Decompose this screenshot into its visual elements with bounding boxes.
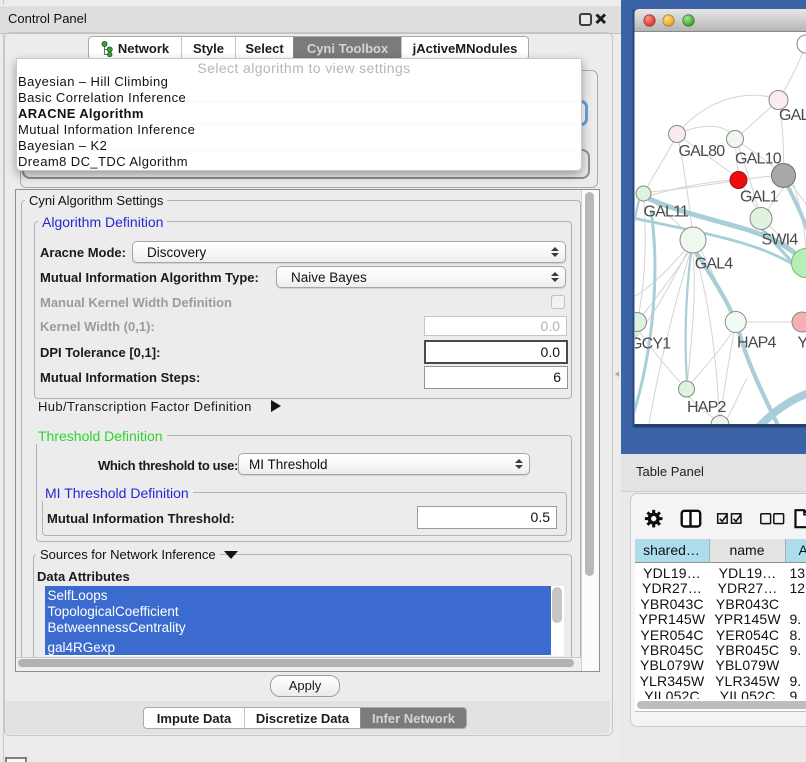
svg-text:GAL1: GAL1 xyxy=(740,189,779,206)
svg-text:HAP2: HAP2 xyxy=(687,399,726,416)
svg-text:GAL11: GAL11 xyxy=(644,204,690,221)
svg-text:YEL: YEL xyxy=(798,335,806,352)
svg-text:HAP4: HAP4 xyxy=(737,335,776,352)
svg-text:GAL4: GAL4 xyxy=(695,256,734,273)
svg-text:GCY1: GCY1 xyxy=(630,336,671,353)
svg-text:GAL80: GAL80 xyxy=(679,143,726,160)
svg-text:GAL7: GAL7 xyxy=(779,107,806,124)
svg-text:SWI4: SWI4 xyxy=(762,232,799,249)
svg-text:GAL10: GAL10 xyxy=(735,151,782,168)
